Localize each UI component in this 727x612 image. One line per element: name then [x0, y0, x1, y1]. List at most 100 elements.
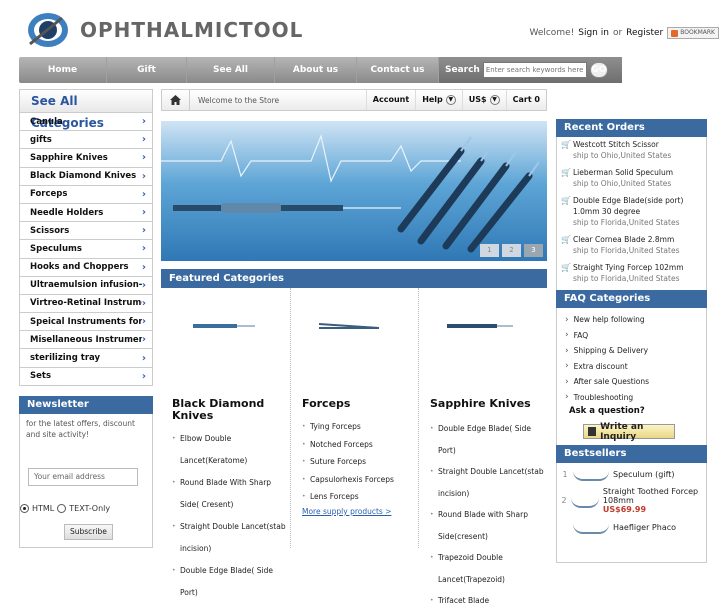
- featured-item-link[interactable]: Straight Double Lancet(stab incision): [172, 516, 290, 560]
- featured-col-forceps: Forceps Tying ForcepsNotched ForcepsSutu…: [291, 288, 419, 548]
- category-item[interactable]: Speculums ›: [19, 240, 153, 259]
- category-item[interactable]: Black Diamond Knives ›: [19, 167, 153, 186]
- category-item[interactable]: sterilizing tray ›: [19, 349, 153, 368]
- featured-item-link[interactable]: Lens Forceps: [302, 488, 394, 506]
- chevron-right-icon: ›: [141, 116, 146, 128]
- category-item[interactable]: Needle Holders ›: [19, 203, 153, 223]
- chevron-right-icon: ›: [141, 316, 146, 328]
- category-item[interactable]: Ultraemulsion infusion-suction›: [19, 276, 153, 295]
- site-logo[interactable]: OPHTHALMICTOOL: [26, 6, 302, 52]
- nav-about-us[interactable]: About us: [275, 57, 357, 83]
- featured-item-link[interactable]: Tying Forceps: [302, 418, 394, 436]
- category-item[interactable]: Forceps ›: [19, 185, 153, 204]
- register-link[interactable]: Register: [626, 28, 663, 38]
- featured-item-link[interactable]: Round Blade with Sharp Side(cresent): [430, 504, 547, 547]
- write-inquiry-button[interactable]: Write an Inquiry: [583, 421, 675, 442]
- faq-link[interactable]: After sale Questions: [565, 374, 698, 390]
- featured-item-link[interactable]: Double Edge Blade( Side Port): [430, 418, 547, 461]
- featured-item-link[interactable]: Straight Double Lancet(stab incision): [430, 461, 547, 504]
- sapphire-knife-image[interactable]: [437, 316, 517, 336]
- category-item[interactable]: Hooks and Choppers ›: [19, 258, 153, 277]
- forceps-image[interactable]: [309, 316, 389, 336]
- account-menu[interactable]: Account: [365, 90, 415, 110]
- chevron-right-icon: ›: [141, 352, 146, 364]
- categories-title[interactable]: See All Categories: [19, 89, 153, 130]
- cart-link[interactable]: Cart 0: [505, 90, 546, 110]
- more-products-link[interactable]: More supply products >: [302, 507, 392, 516]
- featured-item-link[interactable]: Suture Forceps: [302, 453, 394, 471]
- featured-item-link[interactable]: Capsulorhexis Forceps: [302, 471, 394, 489]
- bestseller-name[interactable]: Straight Toothed Forcep 108mm: [603, 487, 702, 505]
- order-product-name[interactable]: Westcott Stitch Scissor: [573, 139, 671, 150]
- order-item[interactable]: 🛒 Westcott Stitch Scissor ship to Ohio,Uni…: [561, 139, 702, 161]
- featured-col-title[interactable]: Forceps: [302, 398, 350, 410]
- featured-item-link[interactable]: Round Blade With Sharp Side( Cresent): [172, 472, 290, 516]
- order-item[interactable]: 🛒 Lieberman Solid Speculum ship to Ohio,Un…: [561, 167, 702, 189]
- newsletter-email-input[interactable]: Your email address: [28, 468, 138, 486]
- faq-link[interactable]: Extra discount: [565, 359, 698, 375]
- bestseller-item[interactable]: 1 Speculum (gift): [561, 467, 702, 481]
- order-product-name[interactable]: Double Edge Blade(side port) 1.0mm 30 de…: [573, 195, 702, 217]
- inquiry-label: Write an Inquiry: [600, 421, 644, 442]
- category-item[interactable]: Speical Instruments for Lasik›: [19, 313, 153, 332]
- faq-link[interactable]: Shipping & Delivery: [565, 343, 698, 359]
- featured-col-title[interactable]: Black Diamond Knives: [172, 398, 282, 422]
- nav-see-all[interactable]: See All: [187, 57, 275, 83]
- banner-page-1[interactable]: 1: [480, 244, 499, 257]
- order-product-name[interactable]: Lieberman Solid Speculum: [573, 167, 673, 178]
- text-only-radio[interactable]: [57, 504, 67, 513]
- bestseller-name[interactable]: Haefliger Phaco: [613, 523, 676, 532]
- featured-item-link[interactable]: Notched Forceps: [302, 436, 394, 454]
- product-thumbnail[interactable]: [571, 494, 599, 508]
- banner-page-2[interactable]: 2: [502, 244, 521, 257]
- category-item[interactable]: gifts ›: [19, 131, 153, 150]
- category-label: sterilizing tray: [30, 353, 101, 364]
- newsletter-title: Newsletter: [19, 396, 153, 414]
- sign-in-link[interactable]: Sign in: [578, 28, 609, 38]
- html-radio[interactable]: [20, 504, 29, 513]
- nav-contact-us[interactable]: Contact us: [357, 57, 439, 83]
- faq-link[interactable]: New help following: [565, 312, 698, 328]
- category-item[interactable]: Sets ›: [19, 367, 153, 386]
- product-thumbnail[interactable]: [573, 520, 609, 534]
- category-item[interactable]: Misellaneous Instruments ›: [19, 331, 153, 350]
- breadcrumb-welcome: Welcome to the Store: [198, 95, 280, 105]
- nav-gift[interactable]: Gift: [107, 57, 187, 83]
- knife-image[interactable]: [179, 316, 259, 336]
- search-go-button[interactable]: GO: [589, 62, 608, 78]
- featured-col-title[interactable]: Sapphire Knives: [430, 398, 531, 410]
- featured-item-link[interactable]: Trifacet Blade: [430, 590, 547, 612]
- order-item[interactable]: 🛒 Clear Cornea Blade 2.8mm ship to Florida…: [561, 234, 702, 256]
- featured-item-link[interactable]: Elbow Double Lancet(Keratome): [172, 428, 290, 472]
- faq-link[interactable]: FAQ: [565, 328, 698, 344]
- faq-link[interactable]: Troubleshooting: [565, 390, 698, 406]
- order-ship-to: ship to Ohio,United States: [573, 179, 672, 188]
- bestseller-item[interactable]: Haefliger Phaco: [561, 520, 702, 534]
- order-item[interactable]: 🛒 Straight Tying Forcep 102mm ship to Flor…: [561, 262, 702, 284]
- category-item[interactable]: Scissors ›: [19, 222, 153, 241]
- chevron-right-icon: ›: [141, 170, 146, 182]
- order-product-name[interactable]: Clear Cornea Blade 2.8mm: [573, 234, 679, 245]
- category-item[interactable]: Virtreo-Retinal Instruments›: [19, 294, 153, 314]
- bookmark-button[interactable]: BOOKMARK: [667, 27, 719, 39]
- chevron-down-icon: ▼: [489, 95, 500, 105]
- order-product-name[interactable]: Straight Tying Forcep 102mm: [573, 262, 684, 273]
- order-item[interactable]: 🛒 Double Edge Blade(side port) 1.0mm 30 d…: [561, 195, 702, 228]
- product-thumbnail[interactable]: [573, 467, 609, 481]
- featured-item-link[interactable]: Trapezoid Double Lancet(Trapezoid): [430, 547, 547, 590]
- subscribe-button[interactable]: Subscribe: [64, 524, 113, 540]
- bestseller-item[interactable]: 2 Straight Toothed Forcep 108mm US$69.99: [561, 487, 702, 514]
- bestseller-name[interactable]: Speculum (gift): [613, 470, 675, 479]
- category-item[interactable]: Sapphire Knives ›: [19, 149, 153, 168]
- order-ship-to: ship to Ohio,United States: [573, 151, 672, 160]
- featured-item-link[interactable]: Double Edge Blade( Side Port): [172, 560, 290, 604]
- search-input[interactable]: [482, 62, 587, 78]
- order-ship-to: ship to Florida,United States: [573, 218, 680, 227]
- nav-home[interactable]: Home: [19, 57, 107, 83]
- help-menu[interactable]: Help ▼: [415, 90, 462, 110]
- hero-banner[interactable]: 1 2 3: [161, 121, 547, 261]
- banner-page-3[interactable]: 3: [524, 244, 543, 257]
- currency-menu[interactable]: US$ ▼: [461, 90, 506, 110]
- home-icon[interactable]: [162, 90, 190, 110]
- search-label: Search: [445, 65, 480, 75]
